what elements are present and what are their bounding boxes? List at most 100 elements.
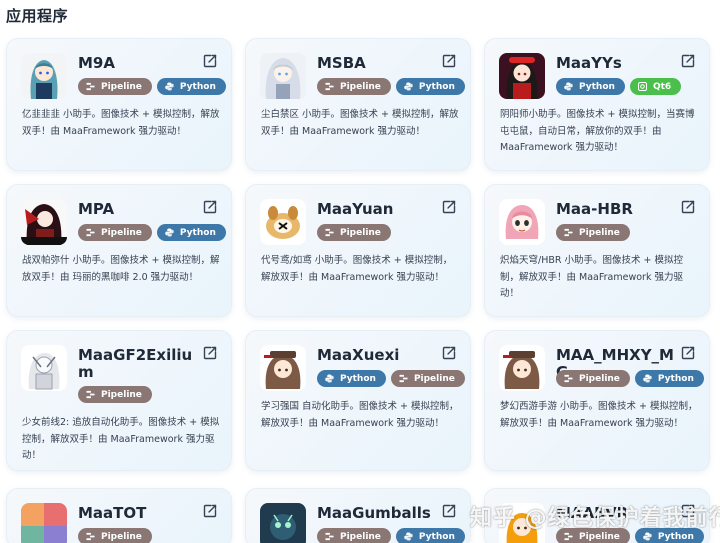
tag-list: Pipeline Python xyxy=(556,528,704,543)
tag-list: Pipeline Python xyxy=(317,528,465,543)
pipeline-glyph-icon xyxy=(86,532,95,541)
python-glyph-icon xyxy=(404,532,413,541)
tag-list: Pipeline Python xyxy=(317,78,465,95)
pipeline-tag[interactable]: Pipeline xyxy=(78,386,152,403)
tag-label: Python xyxy=(657,373,694,384)
app-description: 代号鸢/如鸢 小助手。图像技术 + 模拟控制，解放双手！由 MaaFramewo… xyxy=(261,255,453,283)
pipeline-glyph-icon xyxy=(564,228,573,237)
app-card[interactable]: MaaYYs Python Qt6 阴阳师小助手。图像技术 + 模拟控制，当赛博屯屯鼠… xyxy=(484,38,710,171)
python-tag[interactable]: Python xyxy=(395,78,465,95)
maayuan-avatar-icon xyxy=(260,199,306,245)
python-glyph-icon xyxy=(325,374,334,383)
pipeline-tag[interactable]: Pipeline xyxy=(317,224,391,241)
pipeline-glyph-icon xyxy=(325,532,334,541)
app-card[interactable]: MaaTOT Pipeline xyxy=(6,488,232,543)
python-glyph-icon xyxy=(643,532,652,541)
pipeline-glyph-icon xyxy=(564,532,573,541)
m9a-avatar-icon xyxy=(21,53,67,99)
app-name: MPA xyxy=(78,200,115,218)
tag-list: Pipeline Python xyxy=(556,370,704,387)
app-name: MaaYuan xyxy=(317,200,394,218)
app-card[interactable]: MSBA Pipeline Python 尘白禁区 小助手。图像技术 + 模拟控制，解… xyxy=(245,38,471,171)
app-card[interactable]: MPA Pipeline Python 战双帕弥什 小助手。图像技术 + 模拟控制，解… xyxy=(6,184,232,317)
section-title: 应用程序 xyxy=(6,7,69,25)
python-tag[interactable]: Python xyxy=(395,528,465,543)
python-tag[interactable]: Python xyxy=(556,78,625,95)
tag-label: Pipeline xyxy=(340,531,381,542)
tag-list: Pipeline Python xyxy=(78,224,226,241)
python-tag[interactable]: Python xyxy=(156,78,226,95)
app-name: MaaGumballs xyxy=(317,504,431,522)
pipeline-tag[interactable]: Pipeline xyxy=(556,224,630,241)
edit-icon[interactable] xyxy=(202,53,218,69)
app-card[interactable]: MaaGF2Exilium Pipeline 少女前线2: 追放自动化助手。图像技术… xyxy=(6,330,232,471)
tag-label: Python xyxy=(179,81,216,92)
tag-label: Python xyxy=(340,373,376,384)
app-description: 战双帕弥什 小助手。图像技术 + 模拟控制，解放双手！由 玛丽的黑咖啡 2.0 … xyxy=(22,255,220,283)
pipeline-tag[interactable]: Pipeline xyxy=(556,370,630,387)
tag-label: Qt6 xyxy=(652,81,672,92)
edit-icon[interactable] xyxy=(441,199,457,215)
maagf2exilium-avatar-icon xyxy=(21,345,67,391)
tag-label: Pipeline xyxy=(101,531,142,542)
edit-icon[interactable] xyxy=(202,199,218,215)
python-tag[interactable]: Python xyxy=(634,528,704,543)
tag-list: Python Qt6 xyxy=(556,78,682,95)
pipeline-tag[interactable]: Pipeline xyxy=(78,224,152,241)
pipeline-tag[interactable]: Pipeline xyxy=(556,528,630,543)
tag-list: Pipeline xyxy=(317,224,391,241)
maa-mhxy-mg-avatar-icon xyxy=(499,345,545,391)
app-description: 炽焰天穹/HBR 小助手。图像技术 + 模拟控制，解放双手！由 MaaFrame… xyxy=(500,255,683,299)
pipeline-tag[interactable]: Pipeline xyxy=(317,528,391,543)
edit-icon[interactable] xyxy=(202,503,218,519)
edit-icon[interactable] xyxy=(680,53,696,69)
python-tag[interactable]: Python xyxy=(317,370,386,387)
edit-icon[interactable] xyxy=(202,345,218,361)
tag-label: Pipeline xyxy=(579,531,620,542)
python-tag[interactable]: Python xyxy=(634,370,704,387)
app-card[interactable]: MaaYuan Pipeline 代号鸢/如鸢 小助手。图像技术 + 模拟控制，解放… xyxy=(245,184,471,317)
mpa-avatar-icon xyxy=(21,199,67,245)
tag-label: Python xyxy=(418,531,455,542)
pipeline-tag[interactable]: Pipeline xyxy=(78,528,152,543)
tag-label: Python xyxy=(657,531,694,542)
tag-list: Pipeline xyxy=(78,528,152,543)
app-description: 尘白禁区 小助手。图像技术 + 模拟控制，解放双手！由 MaaFramework… xyxy=(261,109,459,137)
pipeline-glyph-icon xyxy=(399,374,408,383)
tag-list: Pipeline Python xyxy=(78,78,226,95)
app-description: 少女前线2: 追放自动化助手。图像技术 + 模拟控制，解放双手！由 MaaFra… xyxy=(22,417,220,461)
qt6-tag[interactable]: Qt6 xyxy=(629,78,682,95)
app-card[interactable]: MAABVR Pipeline Python xyxy=(484,488,710,543)
python-glyph-icon xyxy=(564,82,573,91)
tag-label: Python xyxy=(418,81,455,92)
tag-label: Python xyxy=(579,81,615,92)
edit-icon[interactable] xyxy=(441,503,457,519)
app-name: MAABVR xyxy=(556,504,629,522)
app-name: MaaTOT xyxy=(78,504,147,522)
app-card[interactable]: M9A Pipeline Python 亿韭韭韭 小助手。图像技术 + 模拟控制，解放… xyxy=(6,38,232,171)
pipeline-glyph-icon xyxy=(86,82,95,91)
qt6-glyph-icon xyxy=(637,82,647,91)
tag-label: Pipeline xyxy=(579,227,620,238)
pipeline-tag[interactable]: Pipeline xyxy=(317,78,391,95)
app-card[interactable]: MaaXuexi Python Pipeline 学习强国 自动化助手。图像技术 + … xyxy=(245,330,471,471)
app-name: Maa-HBR xyxy=(556,200,633,218)
app-card[interactable]: MaaGumballs Pipeline Python xyxy=(245,488,471,543)
edit-icon[interactable] xyxy=(441,53,457,69)
pipeline-tag[interactable]: Pipeline xyxy=(390,370,465,387)
app-card[interactable]: MAA_MHXY_MGPipelinePython梦幻西游手游 小助手。图像技术… xyxy=(484,330,710,471)
edit-icon[interactable] xyxy=(680,199,696,215)
app-name: MaaXuexi xyxy=(317,346,400,364)
edit-icon[interactable] xyxy=(680,345,696,361)
pipeline-tag[interactable]: Pipeline xyxy=(78,78,152,95)
python-tag[interactable]: Python xyxy=(156,224,226,241)
edit-icon[interactable] xyxy=(441,345,457,361)
app-description: 阴阳师小助手。图像技术 + 模拟控制，当赛博屯屯鼠，自动日常，解放你的双手！由 … xyxy=(500,109,695,153)
python-glyph-icon xyxy=(643,374,652,383)
maagumballs-avatar-icon xyxy=(260,503,306,543)
tag-label: Python xyxy=(179,227,216,238)
app-card[interactable]: Maa-HBR Pipeline 炽焰天穹/HBR 小助手。图像技术 + 模拟控制，… xyxy=(484,184,710,317)
edit-icon[interactable] xyxy=(680,503,696,519)
tag-label: Pipeline xyxy=(101,227,142,238)
tag-label: Pipeline xyxy=(101,81,142,92)
